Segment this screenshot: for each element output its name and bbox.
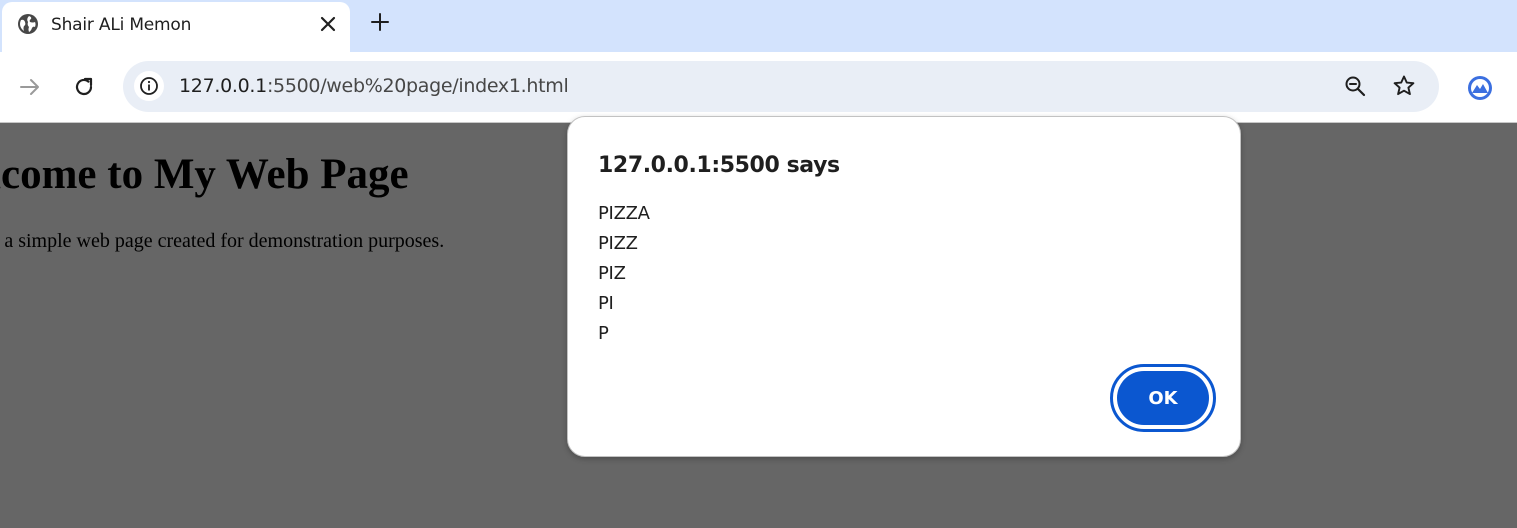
site-info-icon[interactable] — [134, 71, 164, 101]
bookmark-star-icon[interactable] — [1392, 74, 1416, 98]
alert-message-line: PIZ — [598, 263, 626, 284]
tab-title: Shair ALi Memon — [51, 15, 192, 35]
alert-message-line: PI — [598, 293, 614, 314]
reload-icon[interactable] — [72, 75, 96, 99]
browser-toolbar: 127.0.0.1:5500/web%20page/index1.html — [0, 52, 1517, 123]
alert-message-line: PIZZ — [598, 233, 638, 254]
page-heading: elcome to My Web Page — [0, 151, 409, 198]
plus-icon[interactable] — [369, 11, 391, 33]
ok-button-focus-ring: OK — [1110, 364, 1216, 432]
url-host: 127.0.0.1 — [179, 75, 267, 97]
url-text[interactable]: 127.0.0.1:5500/web%20page/index1.html — [179, 75, 569, 97]
alert-message-line: PIZZA — [598, 203, 650, 224]
alert-message: PIZZA PIZZ PIZ PI P — [598, 199, 650, 349]
page-paragraph: is a simple web page created for demonst… — [0, 230, 445, 252]
ok-button[interactable]: OK — [1117, 371, 1209, 425]
globe-icon — [17, 13, 39, 35]
close-icon[interactable] — [318, 14, 338, 34]
zoom-icon[interactable] — [1343, 74, 1367, 98]
profile-avatar-icon[interactable] — [1466, 74, 1494, 102]
browser-tab[interactable]: Shair ALi Memon — [2, 2, 350, 52]
alert-message-line: P — [598, 323, 609, 344]
alert-title: 127.0.0.1:5500 says — [598, 153, 840, 178]
address-bar[interactable]: 127.0.0.1:5500/web%20page/index1.html — [123, 61, 1439, 112]
tab-strip: Shair ALi Memon — [0, 0, 1517, 52]
url-path: :5500/web%20page/index1.html — [266, 75, 569, 97]
alert-dialog: 127.0.0.1:5500 says PIZZA PIZZ PIZ PI P … — [567, 116, 1241, 457]
forward-arrow-icon[interactable] — [18, 75, 42, 99]
